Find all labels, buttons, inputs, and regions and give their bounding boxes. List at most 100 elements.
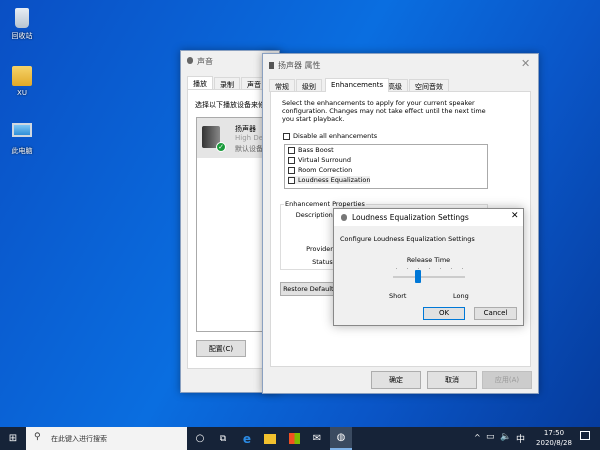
button-label: Restore Defaults	[283, 285, 337, 293]
speaker-icon	[341, 214, 347, 221]
desktop-icon-label: XU	[17, 89, 27, 97]
slider-tick	[440, 268, 441, 269]
start-button[interactable]: ⊞	[2, 427, 24, 450]
desktop-icon-this-pc[interactable]: 此电脑	[2, 123, 42, 156]
task-view-icon[interactable]: ⧉	[212, 427, 234, 450]
checkbox[interactable]	[288, 166, 295, 174]
desktop-icon-label: 此电脑	[11, 147, 33, 155]
window-title: 扬声器 属性	[278, 61, 321, 70]
tab-label: 常规	[275, 83, 289, 91]
sound-app-icon[interactable]: ◍	[330, 427, 352, 450]
ok-button[interactable]: 确定	[371, 371, 421, 389]
default-check-icon: ✓	[216, 142, 226, 152]
slider-label: Release Time	[406, 256, 451, 264]
recycle-bin-icon	[15, 8, 29, 28]
group-title: Enhancement Properties	[284, 200, 366, 208]
store-icon[interactable]	[283, 427, 305, 450]
restore-defaults-button[interactable]: Restore Defaults	[280, 282, 340, 296]
volume-icon[interactable]: 🔈	[500, 432, 511, 442]
slider-tick	[451, 268, 452, 269]
search-icon: ⚲	[34, 432, 41, 442]
provider-label: Provider:	[306, 245, 335, 253]
configure-button[interactable]: 配置(C)	[196, 340, 246, 357]
enhancement-room-correction[interactable]: Room Correction	[288, 166, 352, 174]
speaker-icon	[269, 62, 274, 69]
device-status: 默认设备	[235, 145, 263, 153]
tab-label: Enhancements	[331, 81, 384, 89]
button-label: 配置(C)	[208, 345, 234, 353]
status-label: Status:	[312, 258, 335, 266]
clock-time[interactable]: 17:50	[538, 429, 570, 437]
desktop-icon-recycle-bin[interactable]: 回收站	[2, 8, 42, 41]
desktop-icon-label: 回收站	[11, 32, 33, 40]
button-label: 取消	[445, 376, 459, 384]
enhancement-loudness-equalization[interactable]: Loudness Equalization	[288, 176, 371, 184]
checkbox-label: Disable all enhancements	[293, 132, 378, 140]
tab-label: 声音	[247, 81, 261, 89]
desktop-icon-user[interactable]: XU	[2, 66, 42, 97]
search-box[interactable]: ⚲ 在此键入进行搜索	[26, 427, 187, 450]
checkbox-label: Virtual Surround	[298, 156, 351, 164]
window-title: 声音	[197, 57, 213, 66]
slider-min-label: Short	[389, 292, 407, 300]
device-name: 扬声器	[235, 125, 256, 133]
button-label: Cancel	[483, 309, 508, 317]
dialog-title: Loudness Equalization Settings	[352, 213, 469, 222]
tab-label: 播放	[193, 80, 207, 88]
notification-icon[interactable]	[580, 431, 590, 440]
slider-max-label: Long	[453, 292, 469, 300]
chevron-up-icon[interactable]: ^	[474, 433, 481, 442]
slider-tick	[418, 268, 419, 269]
checkbox-label: Room Correction	[298, 166, 353, 174]
checkbox[interactable]	[288, 156, 295, 164]
cortana-icon[interactable]: ○	[189, 427, 211, 450]
ok-button[interactable]: OK	[423, 307, 465, 320]
computer-icon	[12, 123, 32, 137]
tab-label: 高级	[388, 83, 402, 91]
enhancements-list[interactable]: Bass Boost Virtual Surround Room Correct…	[284, 144, 488, 189]
edge-icon[interactable]: e	[236, 427, 258, 450]
tab-enhancements[interactable]: Enhancements	[325, 78, 390, 92]
checkbox[interactable]	[288, 146, 295, 154]
cancel-button[interactable]: 取消	[427, 371, 477, 389]
tab-label: 级别	[302, 83, 316, 91]
tab-label: 录制	[220, 81, 234, 89]
close-icon[interactable]: ✕	[521, 57, 530, 70]
enhancement-bass-boost[interactable]: Bass Boost	[288, 146, 334, 154]
file-explorer-icon[interactable]	[259, 427, 281, 450]
slider-thumb[interactable]	[415, 270, 421, 283]
button-label: 确定	[389, 376, 403, 384]
ime-indicator[interactable]: 中	[516, 432, 525, 445]
dialog-heading: Configure Loudness Equalization Settings	[340, 235, 475, 243]
description-label: Description:	[295, 211, 335, 219]
enhancement-virtual-surround[interactable]: Virtual Surround	[288, 156, 351, 164]
instruction-text: 选择以下播放设备来修	[195, 101, 265, 109]
slider-track	[393, 276, 465, 278]
tab-playback[interactable]: 播放	[187, 76, 213, 90]
user-folder-icon	[12, 66, 32, 86]
button-label: 应用(A)	[494, 376, 520, 384]
clock-date[interactable]: 2020/8/28	[530, 439, 578, 447]
network-icon[interactable]: ▭	[486, 432, 495, 442]
cancel-button[interactable]: Cancel	[474, 307, 517, 320]
checkbox[interactable]	[288, 176, 295, 184]
search-placeholder: 在此键入进行搜索	[51, 435, 107, 443]
slider-tick	[396, 268, 397, 269]
slider-tick	[462, 268, 463, 269]
slider-tick	[429, 268, 430, 269]
tab-label: 空间音效	[415, 83, 443, 91]
loudness-equalization-dialog: Loudness Equalization Settings ✕ Configu…	[333, 208, 524, 326]
close-icon[interactable]: ✕	[511, 211, 519, 221]
intro-text: Select the enhancements to apply for you…	[282, 99, 486, 123]
disable-all-checkbox[interactable]: Disable all enhancements	[283, 132, 377, 140]
taskbar: ⊞ ⚲ 在此键入进行搜索 ○ ⧉ e ✉ ◍ ^ ▭ 🔈 中 17:50 202…	[0, 427, 600, 450]
checkbox-label: Bass Boost	[298, 146, 334, 154]
slider-tick	[407, 268, 408, 269]
release-time-slider[interactable]	[393, 268, 465, 284]
apply-button[interactable]: 应用(A)	[482, 371, 532, 389]
checkbox-label: Loudness Equalization	[298, 176, 371, 184]
checkbox[interactable]	[283, 132, 290, 140]
mail-icon[interactable]: ✉	[306, 427, 328, 450]
button-label: OK	[438, 309, 450, 317]
sound-icon	[187, 57, 193, 64]
